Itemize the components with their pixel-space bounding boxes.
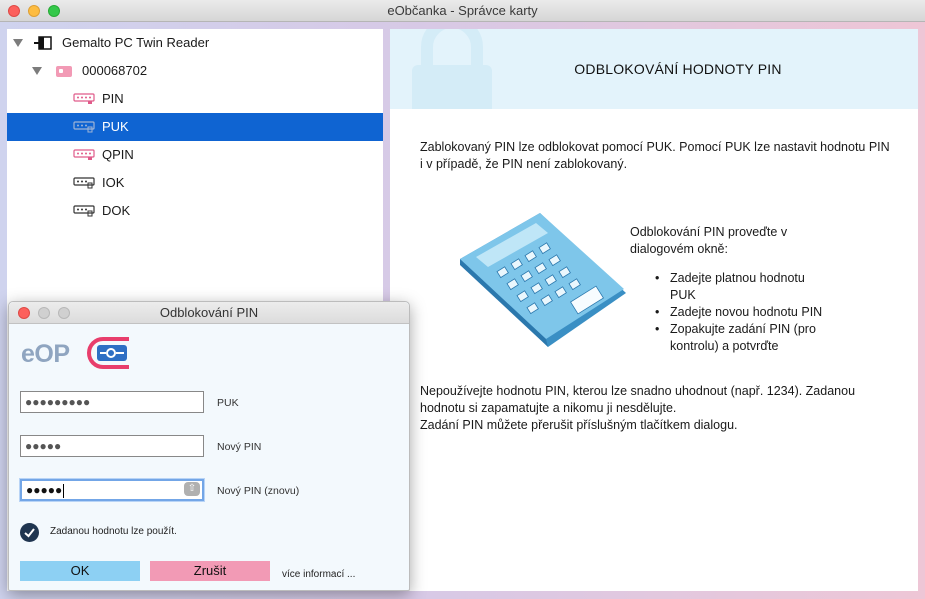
tree-item-qpin[interactable]: QPIN: [7, 141, 383, 169]
puk-label: PUK: [217, 397, 239, 409]
keychain-arrow-icon[interactable]: ⇧: [184, 482, 200, 496]
info-title: ODBLOKOVÁNÍ HODNOTY PIN: [574, 61, 782, 77]
key-gray-icon: [73, 177, 95, 189]
zoom-window-button[interactable]: [48, 5, 60, 17]
checkmark-icon: [20, 523, 39, 542]
steps-intro-line: Odblokování PIN proveďte v: [630, 225, 788, 239]
window-title: eObčanka - Správce karty: [387, 3, 538, 18]
tree-item-label: PUK: [102, 119, 129, 134]
step-line: PUK: [670, 288, 696, 302]
dialog-zoom-button[interactable]: [58, 307, 70, 319]
close-window-button[interactable]: [8, 5, 20, 17]
step-line: Zadejte platnou hodnotu: [670, 271, 805, 285]
dialog-title: Odblokování PIN: [159, 305, 259, 320]
warning-line: Nepoužívejte hodnotu PIN, kterou lze sna…: [420, 384, 856, 398]
warning-line: Zadání PIN můžete přerušit příslušným tl…: [420, 418, 738, 432]
intro-line: i v případě, že PIN není zablokovaný.: [420, 157, 628, 171]
tree-item-reader[interactable]: Gemalto PC Twin Reader: [7, 29, 383, 57]
id-card-icon: [56, 66, 72, 77]
step-line: kontrolu) a potvrďte: [670, 339, 779, 353]
intro-line: Zablokovaný PIN lze odblokovat pomocí PU…: [420, 140, 890, 154]
status-text: Zadanou hodnotu lze použít.: [50, 526, 177, 537]
info-header: ODBLOKOVÁNÍ HODNOTY PIN: [390, 29, 918, 109]
dialog-close-button[interactable]: [18, 307, 30, 319]
minimize-window-button[interactable]: [28, 5, 40, 17]
tree-item-puk[interactable]: PUK: [7, 113, 383, 141]
tree-item-label: QPIN: [102, 147, 134, 162]
window-titlebar: eObčanka - Správce karty: [0, 0, 925, 22]
warning-text: Nepoužívejte hodnotu PIN, kterou lze sna…: [420, 383, 855, 434]
repeat-pin-field[interactable]: ●●●●● ⇧: [20, 479, 204, 501]
more-info-link[interactable]: více informací ...: [282, 569, 355, 580]
key-gray-icon: [73, 205, 95, 217]
text-cursor: [63, 483, 65, 498]
expand-triangle-icon[interactable]: [32, 67, 42, 75]
tree-item-pin[interactable]: PIN: [7, 85, 383, 113]
calculator-illustration-icon: [460, 213, 626, 347]
list-item: Zadejte platnou hodnotu PUK: [655, 270, 822, 304]
repeat-pin-label: Nový PIN (znovu): [217, 485, 300, 497]
list-item: Zopakujte zadání PIN (pro kontrolu) a po…: [655, 321, 822, 355]
eop-logo: eOP: [21, 336, 151, 370]
tree-item-label: IOK: [102, 175, 125, 190]
pin-pink-icon: [73, 149, 95, 160]
step-line: Zadejte novou hodnotu PIN: [670, 305, 823, 319]
pin-pink-icon: [73, 93, 95, 104]
info-panel: ODBLOKOVÁNÍ HODNOTY PIN Zablokovaný PIN …: [390, 29, 918, 591]
list-item: Zadejte novou hodnotu PIN: [655, 304, 823, 321]
steps-list: Zadejte platnou hodnotu PUK Zadejte novo…: [655, 270, 823, 355]
new-pin-field[interactable]: ●●●●●: [20, 435, 204, 457]
dialog-titlebar: Odblokování PIN: [9, 302, 409, 324]
tree-item-label: DOK: [102, 203, 131, 218]
tree-item-dok[interactable]: DOK: [7, 197, 383, 225]
tree-item-label: PIN: [102, 91, 124, 106]
cancel-button[interactable]: Zrušit: [150, 561, 270, 581]
expand-triangle-icon[interactable]: [13, 39, 23, 47]
repeat-pin-value: ●●●●●: [26, 483, 63, 497]
card-reader-icon: [34, 36, 52, 50]
key-gray-icon: [73, 121, 95, 133]
warning-line: hodnotu si zapamatujte a nikomu ji nesdě…: [420, 401, 677, 415]
steps-intro-line: dialogovém okně:: [630, 242, 728, 256]
logo-text: eOP: [21, 340, 70, 368]
step-line: Zopakujte zadání PIN (pro: [670, 322, 816, 336]
tree-reader-label: Gemalto PC Twin Reader: [62, 35, 210, 50]
unblock-pin-dialog: Odblokování PIN eOP ●●●●●●●●● PUK ●●●●● …: [8, 301, 410, 591]
tree-card-label: 000068702: [82, 63, 148, 78]
ok-button[interactable]: OK: [20, 561, 140, 581]
puk-field[interactable]: ●●●●●●●●●: [20, 391, 204, 413]
intro-text: Zablokovaný PIN lze odblokovat pomocí PU…: [420, 139, 890, 173]
dialog-minimize-button[interactable]: [38, 307, 50, 319]
eop-chip-logo-icon: [87, 337, 129, 369]
new-pin-label: Nový PIN: [217, 441, 262, 453]
steps-intro-text: Odblokování PIN proveďte v dialogovém ok…: [630, 224, 787, 258]
tree-item-card[interactable]: 000068702: [7, 57, 383, 85]
tree-item-iok[interactable]: IOK: [7, 169, 383, 197]
